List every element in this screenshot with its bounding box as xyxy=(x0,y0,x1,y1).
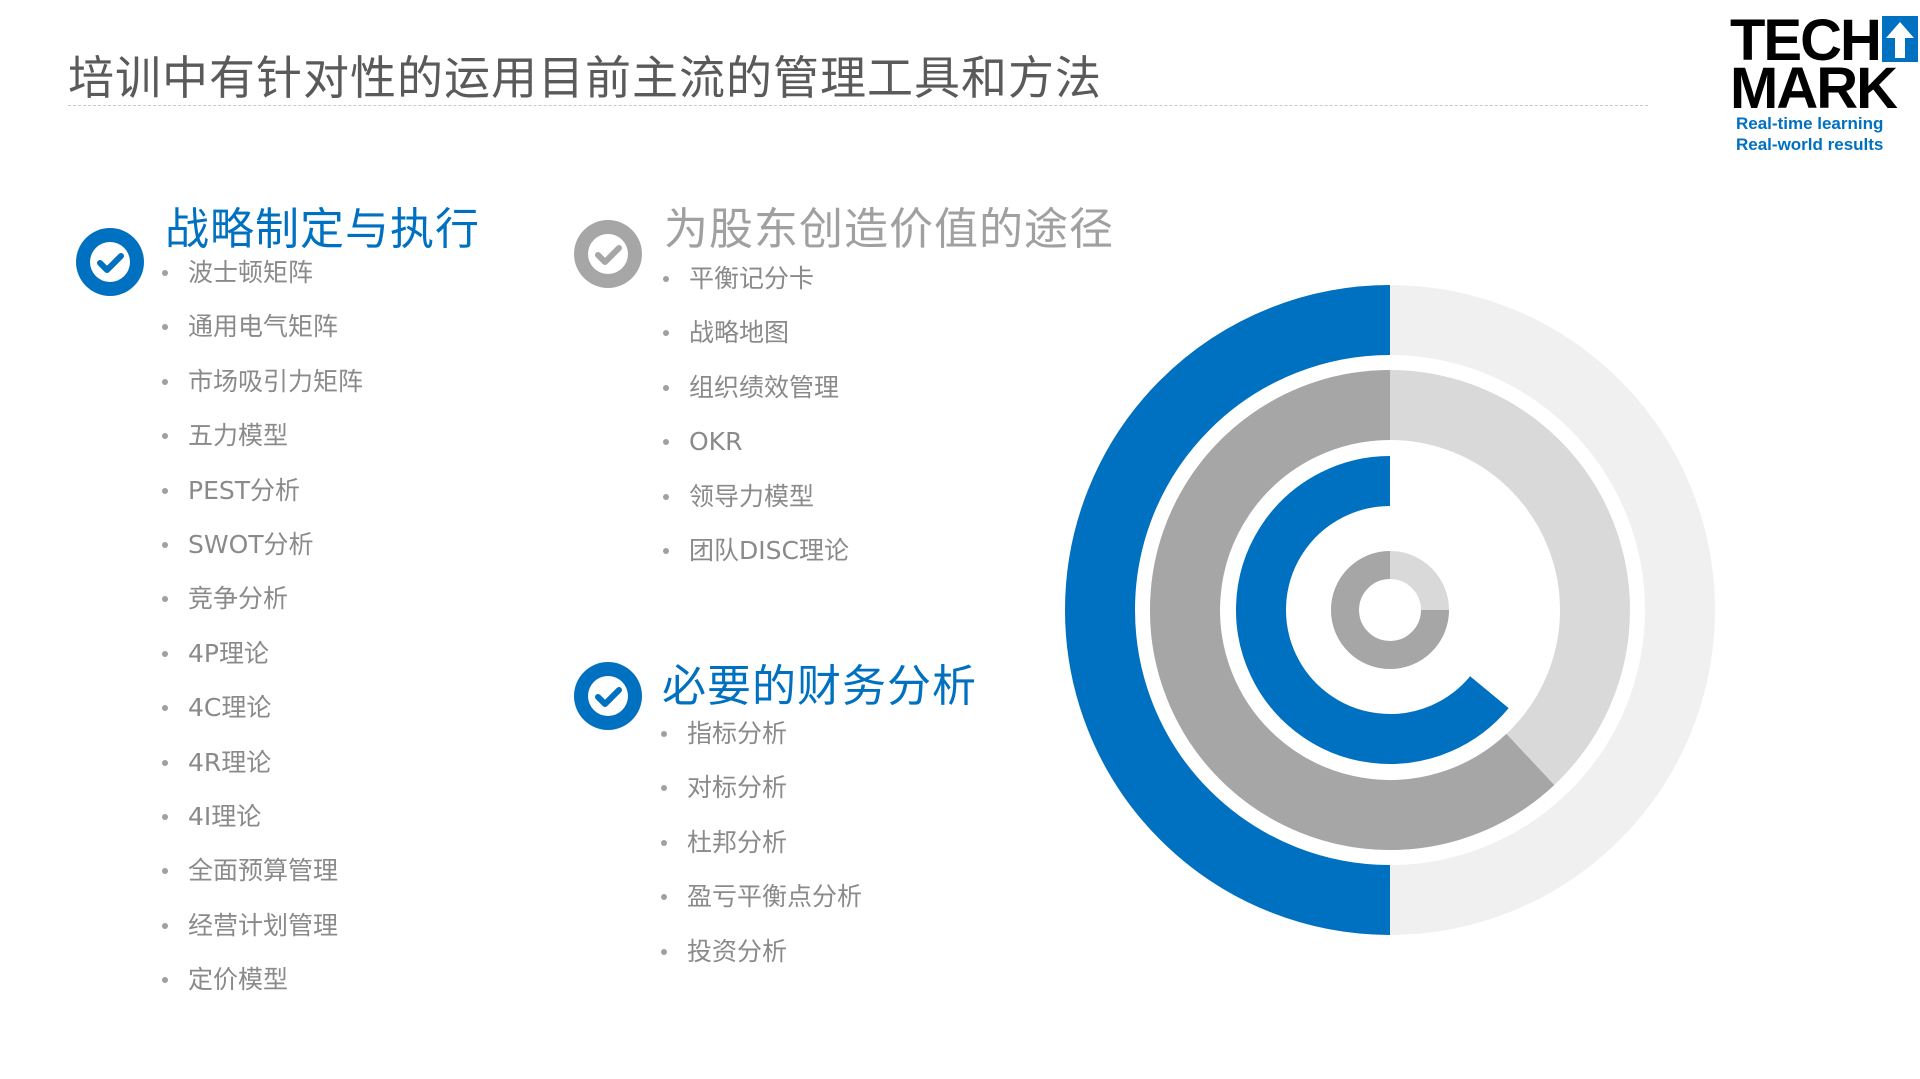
bullet-icon xyxy=(162,705,168,712)
list-item-label: 经营计划管理 xyxy=(188,910,339,940)
bullet-icon xyxy=(663,330,669,337)
list-item-label: 竞争分析 xyxy=(188,584,289,614)
list-item-label: 组织绩效管理 xyxy=(689,372,840,402)
list-item-label: 4R理论 xyxy=(188,747,272,777)
bullet-icon xyxy=(661,731,667,737)
list-item: 盈亏平衡点分析 xyxy=(661,882,862,936)
bullet-icon xyxy=(162,596,168,603)
list-item-label: 领导力模型 xyxy=(689,481,815,511)
list-item: 平衡记分卡 xyxy=(663,264,849,318)
list-item: 波士顿矩阵 xyxy=(162,258,363,312)
list-item-label: 市场吸引力矩阵 xyxy=(188,366,364,396)
title-divider xyxy=(68,105,1648,106)
bullet-icon xyxy=(162,922,168,929)
bullet-icon xyxy=(663,384,669,391)
list-item-label: 平衡记分卡 xyxy=(689,264,815,293)
section-title-finance: 必要的财务分析 xyxy=(662,661,977,712)
bullet-icon xyxy=(661,948,667,955)
bullet-icon xyxy=(663,547,669,554)
bullet-icon xyxy=(162,650,168,657)
logo-tagline-2: Real-world results xyxy=(1736,135,1884,154)
bullet-icon xyxy=(162,270,168,276)
list-item: 经营计划管理 xyxy=(162,911,363,965)
list-item-label: 五力模型 xyxy=(188,421,289,451)
bullet-icon xyxy=(162,759,168,766)
list-item: 团队DISC理论 xyxy=(663,536,849,590)
list-item-label: 对标分析 xyxy=(687,773,788,803)
bullet-icon xyxy=(162,868,168,875)
bullet-icon xyxy=(162,433,168,440)
bullet-icon xyxy=(162,813,168,820)
section-title-strategy: 战略制定与执行 xyxy=(165,204,480,255)
bullet-icon xyxy=(661,839,667,846)
shareholder-list: 平衡记分卡战略地图组织绩效管理 OKR 领导力模型团队DISC理论 xyxy=(663,264,849,590)
list-item: 指标分析 xyxy=(661,719,862,773)
check-circle-icon xyxy=(76,228,144,296)
list-item: 定价模型 xyxy=(162,965,363,1019)
radial-progress-chart xyxy=(1065,285,1715,935)
bullet-icon xyxy=(162,378,168,385)
bullet-icon xyxy=(663,493,669,500)
list-item-label: 全面预算管理 xyxy=(188,856,339,886)
list-item: 4R理论 xyxy=(162,748,363,802)
list-item: 战略地图 xyxy=(663,318,849,372)
list-item-label: 4I理论 xyxy=(188,801,262,831)
list-item: 竞争分析 xyxy=(162,584,363,638)
list-item: 4C理论 xyxy=(162,693,363,747)
bullet-icon xyxy=(663,439,669,446)
bullet-icon xyxy=(162,487,168,494)
list-item-label: 通用电气矩阵 xyxy=(188,312,339,342)
techmark-logo: TECH MARK Real-time learning Real-world … xyxy=(1730,10,1918,160)
list-item-label: 战略地图 xyxy=(689,318,790,348)
list-item: 组织绩效管理 xyxy=(663,373,849,427)
strategy-list: 波士顿矩阵通用电气矩阵 市场吸引力矩阵 五力模型 PEST分析 SWOT分析 竞争分析 4P… xyxy=(162,258,363,1019)
page-title: 培训中有针对性的运用目前主流的管理工具和方法 xyxy=(68,51,1102,105)
bullet-icon xyxy=(663,276,669,282)
list-item-label: 盈亏平衡点分析 xyxy=(687,882,863,912)
list-item-label: 4C理论 xyxy=(188,693,272,723)
list-item-label: 指标分析 xyxy=(687,719,788,748)
section-title-shareholder: 为股东创造价值的途径 xyxy=(664,204,1114,255)
list-item-label: 杜邦分析 xyxy=(687,827,788,857)
list-item-label: 团队DISC理论 xyxy=(689,535,849,565)
list-item-label: SWOT分析 xyxy=(188,529,314,559)
list-item: 4P理论 xyxy=(162,639,363,693)
up-arrow-icon xyxy=(1882,16,1918,62)
list-item: 4I理论 xyxy=(162,802,363,856)
list-item-label: 波士顿矩阵 xyxy=(188,258,314,287)
list-item-label: 投资分析 xyxy=(687,936,788,966)
logo-word-mark: MARK xyxy=(1730,56,1898,121)
list-item: 杜邦分析 xyxy=(661,828,862,882)
list-item: 五力模型 xyxy=(162,421,363,475)
check-circle-icon xyxy=(574,220,642,288)
list-item: 全面预算管理 xyxy=(162,856,363,910)
list-item: 对标分析 xyxy=(661,773,862,827)
list-item: OKR xyxy=(663,427,849,481)
list-item-label: PEST分析 xyxy=(188,475,301,505)
list-item: 通用电气矩阵 xyxy=(162,312,363,366)
bullet-icon xyxy=(162,977,168,984)
bullet-icon xyxy=(661,785,667,792)
finance-list: 指标分析对标分析杜邦分析盈亏平衡点分析 投资分析 xyxy=(661,719,862,991)
bullet-icon xyxy=(162,541,168,548)
check-circle-icon xyxy=(574,662,642,730)
list-item-label: 定价模型 xyxy=(188,965,289,995)
list-item-label: OKR xyxy=(689,427,743,457)
bullet-icon xyxy=(661,894,667,901)
list-item: SWOT分析 xyxy=(162,530,363,584)
list-item: 领导力模型 xyxy=(663,482,849,536)
list-item: 投资分析 xyxy=(661,937,862,991)
logo-tagline-1: Real-time learning xyxy=(1736,114,1884,133)
list-item: PEST分析 xyxy=(162,476,363,530)
bullet-icon xyxy=(162,324,168,331)
list-item: 市场吸引力矩阵 xyxy=(162,367,363,421)
list-item-label: 4P理论 xyxy=(188,638,269,668)
